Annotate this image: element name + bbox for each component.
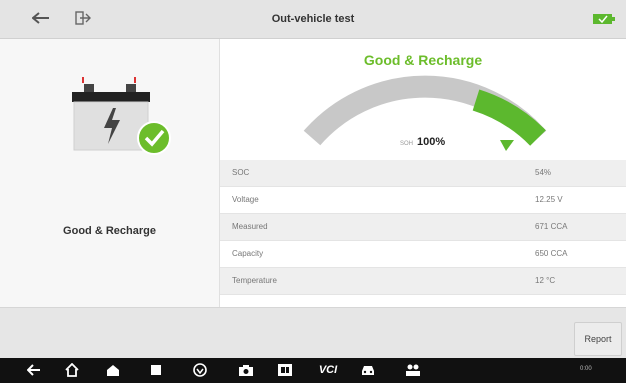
result-row-voltage: Voltage 12.25 V [220, 187, 626, 214]
soh-readout: SOH 100% [400, 136, 500, 148]
row-value: 54% [535, 168, 552, 177]
report-button[interactable]: Report [574, 322, 622, 356]
back-icon[interactable] [24, 360, 44, 380]
people-icon[interactable] [403, 360, 423, 380]
page-title: Out-vehicle test [271, 13, 355, 25]
camera-icon[interactable] [236, 360, 256, 380]
row-label: SOC [232, 168, 250, 177]
home-icon[interactable] [62, 360, 82, 380]
status-area: 0:00 [580, 366, 592, 372]
vci-label: VCI [318, 364, 338, 376]
gauge-fill [472, 89, 546, 146]
row-label: Temperature [232, 276, 277, 285]
recent-apps-icon[interactable] [146, 360, 166, 380]
action-bar [0, 307, 626, 358]
row-value: 650 CCA [535, 249, 568, 258]
row-label: Measured [232, 222, 268, 231]
row-value: 12.25 V [535, 195, 563, 204]
house-icon[interactable] [103, 360, 123, 380]
car-icon[interactable] [358, 360, 378, 380]
shield-icon[interactable] [190, 360, 210, 380]
gauge-title: Good & Recharge [363, 52, 483, 68]
battery-status-icon [593, 14, 615, 24]
row-label: Voltage [232, 195, 259, 204]
display-icon[interactable] [275, 360, 295, 380]
row-value: 12 °C [535, 276, 556, 285]
soh-label: SOH [400, 141, 414, 147]
row-label: Capacity [232, 249, 264, 258]
result-row-capacity: Capacity 650 CCA [220, 241, 626, 268]
vci-icon[interactable]: VCI [312, 360, 344, 380]
gauge-pointer [500, 140, 514, 151]
check-icon [137, 121, 171, 155]
result-row-measured: Measured 671 CCA [220, 214, 626, 241]
soh-value: 100% [417, 136, 446, 148]
result-label: Good & Recharge [63, 225, 156, 237]
result-row-soc: SOC 54% [220, 160, 626, 187]
battery-icon [72, 77, 171, 155]
result-row-temperature: Temperature 12 °C [220, 268, 626, 295]
row-value: 671 CCA [535, 222, 568, 231]
